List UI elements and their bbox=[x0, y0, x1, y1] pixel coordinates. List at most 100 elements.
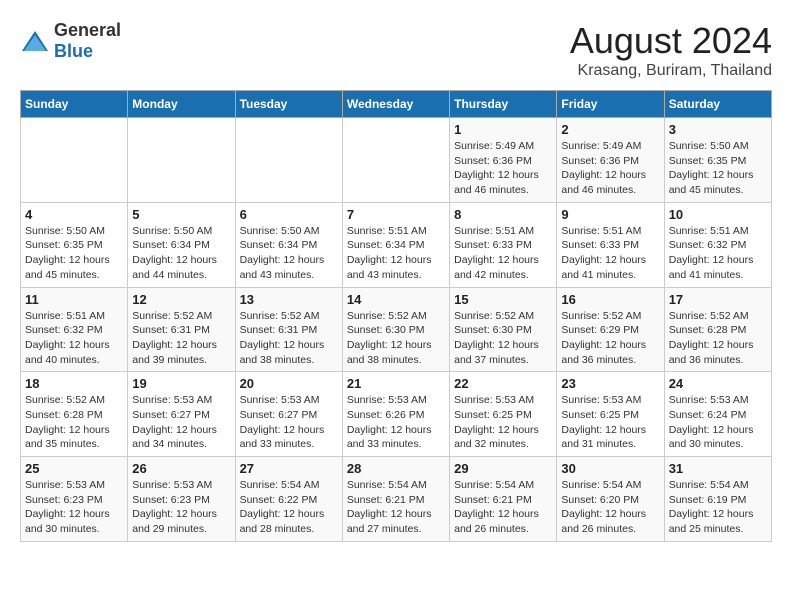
day-number: 27 bbox=[240, 461, 338, 476]
day-number: 11 bbox=[25, 292, 123, 307]
calendar-cell bbox=[21, 118, 128, 203]
title-block: August 2024 Krasang, Buriram, Thailand bbox=[570, 20, 772, 80]
day-number: 17 bbox=[669, 292, 767, 307]
day-info: Sunrise: 5:51 AM Sunset: 6:33 PM Dayligh… bbox=[454, 224, 552, 283]
calendar-cell: 20Sunrise: 5:53 AM Sunset: 6:27 PM Dayli… bbox=[235, 372, 342, 457]
day-info: Sunrise: 5:52 AM Sunset: 6:28 PM Dayligh… bbox=[25, 393, 123, 452]
page-header: General Blue August 2024 Krasang, Burira… bbox=[20, 20, 772, 80]
page-title: August 2024 bbox=[570, 20, 772, 62]
day-number: 31 bbox=[669, 461, 767, 476]
day-number: 10 bbox=[669, 207, 767, 222]
weekday-header-friday: Friday bbox=[557, 91, 664, 118]
weekday-header-thursday: Thursday bbox=[450, 91, 557, 118]
logo: General Blue bbox=[20, 20, 121, 62]
day-info: Sunrise: 5:52 AM Sunset: 6:28 PM Dayligh… bbox=[669, 309, 767, 368]
day-number: 15 bbox=[454, 292, 552, 307]
day-info: Sunrise: 5:50 AM Sunset: 6:35 PM Dayligh… bbox=[25, 224, 123, 283]
weekday-header-monday: Monday bbox=[128, 91, 235, 118]
day-number: 24 bbox=[669, 376, 767, 391]
day-info: Sunrise: 5:54 AM Sunset: 6:21 PM Dayligh… bbox=[454, 478, 552, 537]
calendar-cell: 30 Sunrise: 5:54 AM Sunset: 6:20 PM Dayli… bbox=[557, 457, 664, 542]
day-info: Sunrise: 5:54 AM Sunset: 6:21 PM Dayligh… bbox=[347, 478, 445, 537]
calendar-header-row: SundayMondayTuesdayWednesdayThursdayFrid… bbox=[21, 91, 772, 118]
calendar-cell: 10 Sunrise: 5:51 AM Sunset: 6:32 PM Dayli… bbox=[664, 202, 771, 287]
calendar-cell: 24Sunrise: 5:53 AM Sunset: 6:24 PM Dayli… bbox=[664, 372, 771, 457]
calendar-cell: 17 Sunrise: 5:52 AM Sunset: 6:28 PM Dayli… bbox=[664, 287, 771, 372]
day-info: Sunrise: 5:53 AM Sunset: 6:23 PM Dayligh… bbox=[25, 478, 123, 537]
calendar-cell: 14 Sunrise: 5:52 AM Sunset: 6:30 PM Dayli… bbox=[342, 287, 449, 372]
day-info: Sunrise: 5:54 AM Sunset: 6:20 PM Dayligh… bbox=[561, 478, 659, 537]
day-number: 3 bbox=[669, 122, 767, 137]
day-number: 16 bbox=[561, 292, 659, 307]
day-number: 4 bbox=[25, 207, 123, 222]
logo-icon bbox=[20, 29, 50, 53]
weekday-header-wednesday: Wednesday bbox=[342, 91, 449, 118]
day-info: Sunrise: 5:52 AM Sunset: 6:31 PM Dayligh… bbox=[132, 309, 230, 368]
calendar-cell bbox=[342, 118, 449, 203]
day-info: Sunrise: 5:53 AM Sunset: 6:27 PM Dayligh… bbox=[240, 393, 338, 452]
weekday-header-tuesday: Tuesday bbox=[235, 91, 342, 118]
day-number: 30 bbox=[561, 461, 659, 476]
day-number: 25 bbox=[25, 461, 123, 476]
day-info: Sunrise: 5:50 AM Sunset: 6:35 PM Dayligh… bbox=[669, 139, 767, 198]
calendar-week-5: 25 Sunrise: 5:53 AM Sunset: 6:23 PM Dayli… bbox=[21, 457, 772, 542]
day-number: 7 bbox=[347, 207, 445, 222]
calendar-cell: 8 Sunrise: 5:51 AM Sunset: 6:33 PM Daylig… bbox=[450, 202, 557, 287]
day-number: 22 bbox=[454, 376, 552, 391]
day-number: 19 bbox=[132, 376, 230, 391]
day-number: 6 bbox=[240, 207, 338, 222]
calendar-cell: 22 Sunrise: 5:53 AM Sunset: 6:25 PM Dayli… bbox=[450, 372, 557, 457]
day-info: Sunrise: 5:49 AM Sunset: 6:36 PM Dayligh… bbox=[561, 139, 659, 198]
day-info: Sunrise: 5:53 AM Sunset: 6:23 PM Dayligh… bbox=[132, 478, 230, 537]
calendar-cell bbox=[235, 118, 342, 203]
day-number: 13 bbox=[240, 292, 338, 307]
day-info: Sunrise: 5:52 AM Sunset: 6:30 PM Dayligh… bbox=[347, 309, 445, 368]
day-info: Sunrise: 5:52 AM Sunset: 6:30 PM Dayligh… bbox=[454, 309, 552, 368]
calendar-table: SundayMondayTuesdayWednesdayThursdayFrid… bbox=[20, 90, 772, 542]
day-info: Sunrise: 5:54 AM Sunset: 6:22 PM Dayligh… bbox=[240, 478, 338, 537]
day-info: Sunrise: 5:52 AM Sunset: 6:31 PM Dayligh… bbox=[240, 309, 338, 368]
day-info: Sunrise: 5:54 AM Sunset: 6:19 PM Dayligh… bbox=[669, 478, 767, 537]
day-info: Sunrise: 5:53 AM Sunset: 6:26 PM Dayligh… bbox=[347, 393, 445, 452]
calendar-cell: 18 Sunrise: 5:52 AM Sunset: 6:28 PM Dayli… bbox=[21, 372, 128, 457]
day-info: Sunrise: 5:52 AM Sunset: 6:29 PM Dayligh… bbox=[561, 309, 659, 368]
calendar-cell: 29 Sunrise: 5:54 AM Sunset: 6:21 PM Dayli… bbox=[450, 457, 557, 542]
calendar-cell: 31 Sunrise: 5:54 AM Sunset: 6:19 PM Dayli… bbox=[664, 457, 771, 542]
calendar-cell: 15 Sunrise: 5:52 AM Sunset: 6:30 PM Dayli… bbox=[450, 287, 557, 372]
logo-text-general: General bbox=[54, 20, 121, 40]
calendar-cell: 4 Sunrise: 5:50 AM Sunset: 6:35 PM Daylig… bbox=[21, 202, 128, 287]
calendar-cell: 6 Sunrise: 5:50 AM Sunset: 6:34 PM Daylig… bbox=[235, 202, 342, 287]
weekday-header-saturday: Saturday bbox=[664, 91, 771, 118]
day-number: 26 bbox=[132, 461, 230, 476]
day-number: 29 bbox=[454, 461, 552, 476]
day-info: Sunrise: 5:51 AM Sunset: 6:32 PM Dayligh… bbox=[25, 309, 123, 368]
day-info: Sunrise: 5:51 AM Sunset: 6:33 PM Dayligh… bbox=[561, 224, 659, 283]
calendar-cell: 28 Sunrise: 5:54 AM Sunset: 6:21 PM Dayli… bbox=[342, 457, 449, 542]
day-info: Sunrise: 5:49 AM Sunset: 6:36 PM Dayligh… bbox=[454, 139, 552, 198]
calendar-week-1: 1 Sunrise: 5:49 AM Sunset: 6:36 PM Daylig… bbox=[21, 118, 772, 203]
calendar-cell: 1 Sunrise: 5:49 AM Sunset: 6:36 PM Daylig… bbox=[450, 118, 557, 203]
calendar-cell: 5 Sunrise: 5:50 AM Sunset: 6:34 PM Daylig… bbox=[128, 202, 235, 287]
day-number: 18 bbox=[25, 376, 123, 391]
day-number: 8 bbox=[454, 207, 552, 222]
calendar-cell: 27 Sunrise: 5:54 AM Sunset: 6:22 PM Dayli… bbox=[235, 457, 342, 542]
day-number: 5 bbox=[132, 207, 230, 222]
day-info: Sunrise: 5:50 AM Sunset: 6:34 PM Dayligh… bbox=[132, 224, 230, 283]
calendar-cell: 13 Sunrise: 5:52 AM Sunset: 6:31 PM Dayli… bbox=[235, 287, 342, 372]
day-info: Sunrise: 5:50 AM Sunset: 6:34 PM Dayligh… bbox=[240, 224, 338, 283]
calendar-week-3: 11 Sunrise: 5:51 AM Sunset: 6:32 PM Dayli… bbox=[21, 287, 772, 372]
day-info: Sunrise: 5:51 AM Sunset: 6:34 PM Dayligh… bbox=[347, 224, 445, 283]
day-number: 12 bbox=[132, 292, 230, 307]
day-number: 23 bbox=[561, 376, 659, 391]
calendar-cell bbox=[128, 118, 235, 203]
calendar-cell: 3 Sunrise: 5:50 AM Sunset: 6:35 PM Daylig… bbox=[664, 118, 771, 203]
calendar-cell: 25 Sunrise: 5:53 AM Sunset: 6:23 PM Dayli… bbox=[21, 457, 128, 542]
day-info: Sunrise: 5:53 AM Sunset: 6:25 PM Dayligh… bbox=[454, 393, 552, 452]
day-number: 28 bbox=[347, 461, 445, 476]
calendar-week-4: 18 Sunrise: 5:52 AM Sunset: 6:28 PM Dayli… bbox=[21, 372, 772, 457]
day-info: Sunrise: 5:51 AM Sunset: 6:32 PM Dayligh… bbox=[669, 224, 767, 283]
day-number: 14 bbox=[347, 292, 445, 307]
day-number: 9 bbox=[561, 207, 659, 222]
day-number: 1 bbox=[454, 122, 552, 137]
calendar-cell: 12 Sunrise: 5:52 AM Sunset: 6:31 PM Dayli… bbox=[128, 287, 235, 372]
